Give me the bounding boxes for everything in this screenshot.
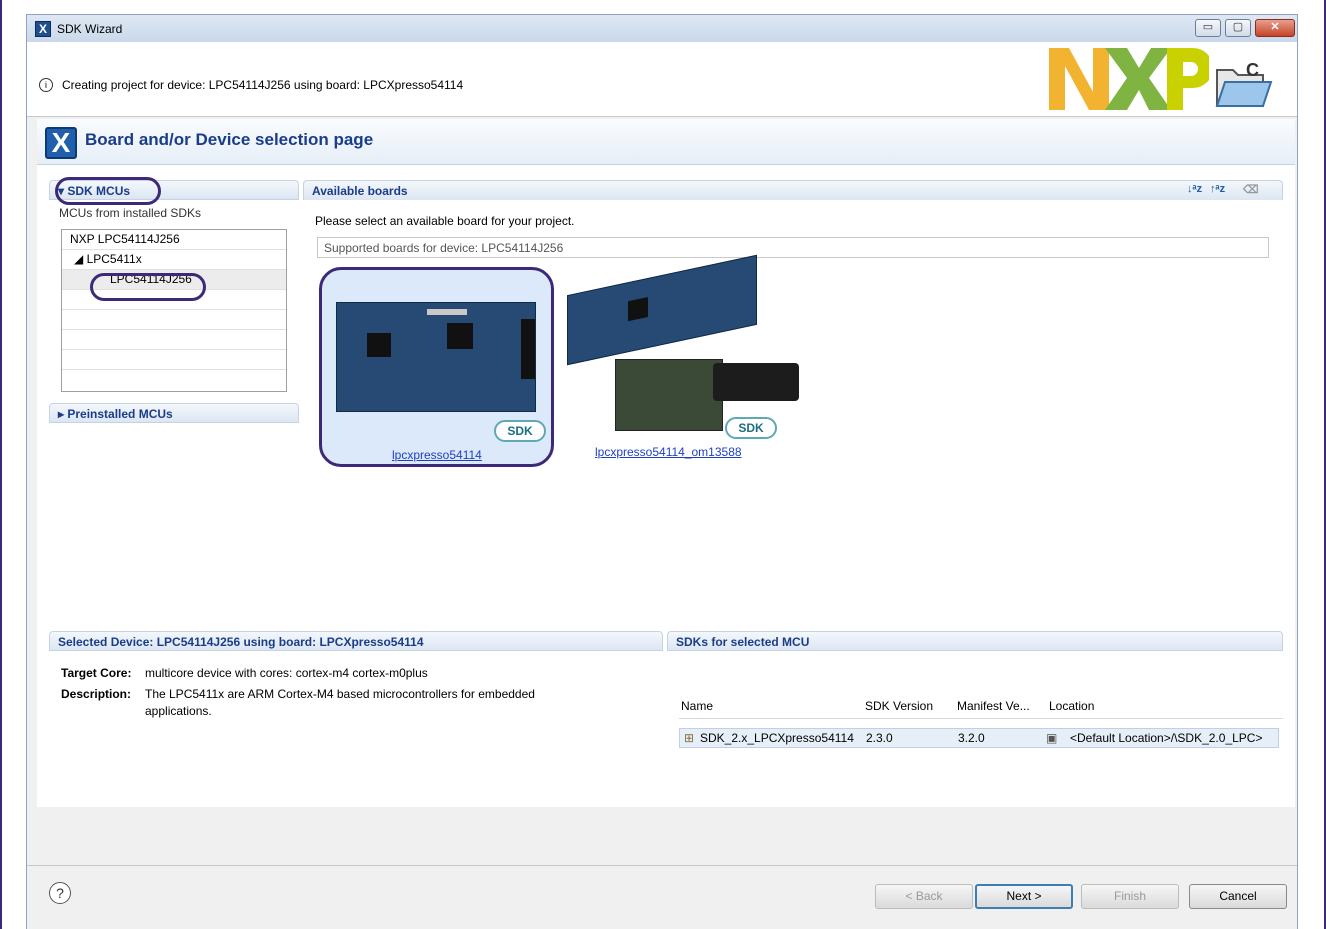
nxp-logo [1049, 48, 1209, 110]
tree-empty-row [62, 330, 286, 350]
target-core-value: multicore device with cores: cortex-m4 c… [145, 666, 428, 680]
help-icon[interactable]: ? [49, 882, 71, 904]
open-folder-icon: C [1215, 60, 1273, 107]
board-image [336, 302, 536, 412]
description-value-line2: applications. [145, 704, 212, 718]
page-heading: X Board and/or Device selection page [37, 119, 1295, 165]
selected-device-header: Selected Device: LPC54114J256 using boar… [49, 631, 663, 651]
sort-descending-icon[interactable]: ↑ᵃz [1210, 183, 1225, 195]
board-card-lpcxpresso54114[interactable]: SDK lpcxpresso54114 [319, 267, 554, 467]
tree-collapse-icon: ◢ [74, 252, 87, 266]
column-manifest-version[interactable]: Manifest Ve... [957, 699, 1030, 713]
description-label: Description: [61, 687, 132, 701]
chip [447, 323, 473, 349]
svg-text:C: C [1246, 60, 1259, 80]
highlight-circle [55, 177, 161, 205]
column-location[interactable]: Location [1049, 699, 1094, 713]
available-boards-header: Available boards [303, 180, 1283, 200]
chip [628, 296, 648, 322]
tree-empty-row [62, 310, 286, 330]
sdk-table-header: Name SDK Version Manifest Ve... Location [679, 695, 1283, 719]
manifest-version-cell: 3.2.0 [958, 731, 985, 745]
close-button[interactable]: ✕ [1255, 19, 1295, 37]
board-link[interactable]: lpcxpresso54114 [392, 448, 482, 462]
wizard-header: i Creating project for device: LPC54114J… [27, 42, 1297, 117]
clear-filter-icon[interactable]: ⌫ [1243, 183, 1259, 196]
tree-item-family-label: LPC5411x [86, 252, 142, 266]
tree-item-family[interactable]: ◢ LPC5411x [62, 250, 286, 270]
wizard-page-icon: X [45, 127, 77, 159]
next-button[interactable]: Next > [975, 884, 1073, 909]
sdk-badge: SDK [494, 420, 546, 442]
sdk-version-cell: 2.3.0 [866, 731, 893, 745]
sdk-table-row[interactable]: ⊞ SDK_2.x_LPCXpresso54114 2.3.0 3.2.0 ▣ … [679, 728, 1279, 748]
sort-ascending-icon[interactable]: ↓ᵃz [1187, 183, 1202, 195]
preinstalled-mcus-label: Preinstalled MCUs [67, 407, 173, 421]
board-filter-input[interactable]: Supported boards for device: LPC54114J25… [317, 237, 1269, 258]
app-icon: X [35, 21, 51, 37]
label-strip [427, 309, 467, 315]
location-icon: ▣ [1046, 731, 1058, 745]
title-bar[interactable]: X SDK Wizard ▭ ▢ ✕ [26, 14, 1298, 42]
tree-item-vendor[interactable]: NXP LPC54114J256 [62, 230, 286, 250]
preinstalled-mcus-header[interactable]: ▸ Preinstalled MCUs [49, 403, 299, 423]
kit-image [615, 359, 723, 431]
sdk-badge: SDK [725, 417, 777, 439]
sdks-header: SDKs for selected MCU [667, 631, 1283, 651]
collapsed-arrow-icon: ▸ [58, 407, 68, 421]
highlight-circle [90, 273, 206, 301]
power-adapter-image [713, 363, 799, 401]
column-sdk-version[interactable]: SDK Version [865, 699, 933, 713]
page-title: Board and/or Device selection page [85, 130, 374, 149]
sdk-package-icon: ⊞ [684, 731, 695, 745]
board-link[interactable]: lpcxpresso54114_om13588 [595, 445, 742, 459]
footer-separator [27, 865, 1297, 866]
main-content: ▾ SDK MCUs MCUs from installed SDKs NXP … [37, 165, 1295, 807]
minimize-button[interactable]: ▭ [1195, 19, 1221, 37]
info-icon: i [39, 78, 53, 92]
finish-button[interactable]: Finish [1081, 884, 1179, 909]
boards-prompt: Please select an available board for you… [315, 214, 575, 228]
back-button[interactable]: < Back [875, 884, 973, 909]
mcu-tree[interactable]: NXP LPC54114J256 ◢ LPC5411x LPC54114J256 [61, 229, 287, 392]
location-cell: <Default Location>/\SDK_2.0_LPC> [1070, 731, 1263, 745]
description-value-line1: The LPC5411x are ARM Cortex-M4 based mic… [145, 687, 535, 701]
target-core-label: Target Core: [61, 666, 132, 680]
window-title: SDK Wizard [57, 22, 123, 36]
header-pins [521, 319, 535, 379]
sdk-name-cell: SDK_2.x_LPCXpresso54114 [700, 731, 854, 745]
board-image [567, 254, 757, 366]
tree-empty-row [62, 350, 286, 370]
header-info-text: Creating project for device: LPC54114J25… [62, 78, 464, 92]
wizard-window: i Creating project for device: LPC54114J… [26, 42, 1298, 929]
sdk-mcus-subtitle: MCUs from installed SDKs [59, 206, 202, 220]
chip [367, 333, 391, 357]
cancel-button[interactable]: Cancel [1189, 884, 1287, 909]
column-name[interactable]: Name [681, 699, 713, 713]
maximize-button[interactable]: ▢ [1225, 19, 1251, 37]
board-card-lpcxpresso54114-om13588[interactable]: SDK lpcxpresso54114_om13588 [563, 254, 799, 467]
